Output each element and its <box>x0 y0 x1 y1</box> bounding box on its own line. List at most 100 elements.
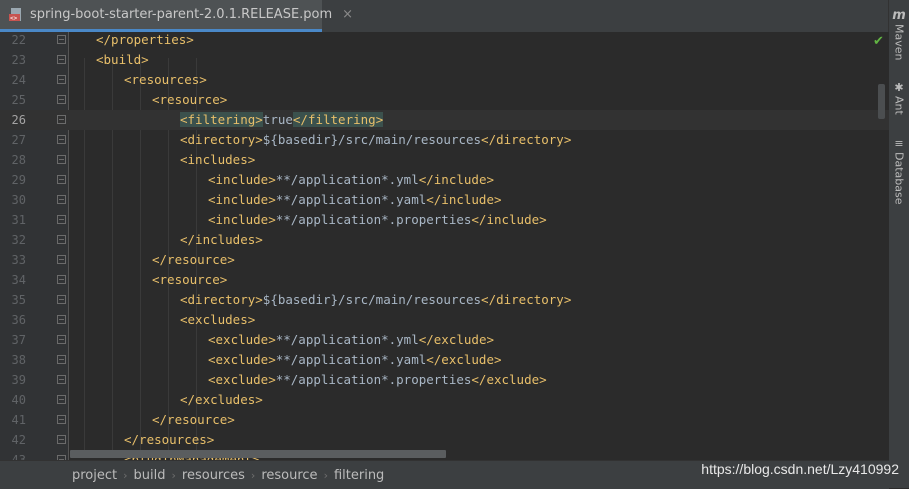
code-line[interactable]: 31 <include>**/application*.properties</i… <box>0 210 889 230</box>
code-line[interactable]: 26 <filtering>true</filtering> <box>0 110 889 130</box>
code-line[interactable]: 35 <directory>${basedir}/src/main/resourc… <box>0 290 889 310</box>
xml-tag: </filtering> <box>292 112 384 127</box>
code-line[interactable]: 27 <directory>${basedir}/src/main/resourc… <box>0 130 889 150</box>
breadcrumb-item-resource[interactable]: resource <box>261 468 317 483</box>
code-editor[interactable]: 22 </properties> 23 <build> 24 <resources> 25 <… <box>0 32 889 460</box>
code-text: <directory>${basedir}/src/main/resources… <box>180 130 571 150</box>
editor-tab-bar: <> spring-boot-starter-parent-2.0.1.RELE… <box>0 0 889 33</box>
tool-maven-label: Maven <box>892 24 906 61</box>
xml-text: **/application*.properties <box>275 372 472 387</box>
xml-text: **/application*.properties <box>275 212 472 227</box>
close-icon[interactable]: × <box>342 7 353 22</box>
ant-icon: ✱ <box>894 81 904 94</box>
code-text: <build> <box>96 50 149 70</box>
fold-marker-icon[interactable] <box>57 55 66 64</box>
code-line[interactable]: 23 <build> <box>0 50 889 70</box>
fold-marker-icon[interactable] <box>57 35 66 44</box>
line-number: 29 <box>11 173 26 187</box>
fold-marker-icon[interactable] <box>57 335 66 344</box>
line-number: 28 <box>11 153 26 167</box>
xml-tag: <build> <box>96 52 149 67</box>
code-line[interactable]: 42 </resources> <box>0 430 889 450</box>
code-text: </resources> <box>124 430 214 450</box>
xml-tag: <excludes> <box>180 312 256 327</box>
line-number: 43 <box>11 453 26 460</box>
xml-tag: </include> <box>471 212 547 227</box>
code-line[interactable]: 33 </resource> <box>0 250 889 270</box>
xml-tag: <exclude> <box>208 352 276 367</box>
fold-marker-icon[interactable] <box>57 235 66 244</box>
line-number: 42 <box>11 433 26 447</box>
tool-ant[interactable]: ✱ Ant <box>889 82 909 115</box>
code-text: <include>**/application*.yml</include> <box>208 170 494 190</box>
code-line[interactable]: 29 <include>**/application*.yml</include> <box>0 170 889 190</box>
xml-text: ${basedir}/src/main/resources <box>262 292 482 307</box>
code-line[interactable]: 37 <exclude>**/application*.yml</exclude> <box>0 330 889 350</box>
code-text: <resources> <box>124 70 207 90</box>
code-line[interactable]: 28 <includes> <box>0 150 889 170</box>
xml-text: **/application*.yaml <box>275 352 427 367</box>
fold-marker-icon[interactable] <box>57 95 66 104</box>
maven-icon: m <box>892 8 906 23</box>
line-number: 41 <box>11 413 26 427</box>
code-line[interactable]: 24 <resources> <box>0 70 889 90</box>
fold-marker-icon[interactable] <box>57 395 66 404</box>
breadcrumb-item-filtering[interactable]: filtering <box>334 468 384 483</box>
code-text: </resource> <box>152 250 235 270</box>
xml-text: **/application*.yml <box>275 172 419 187</box>
fold-marker-icon[interactable] <box>57 195 66 204</box>
line-number: 24 <box>11 73 26 87</box>
xml-tag: </include> <box>418 172 494 187</box>
code-line[interactable]: 25 <resource> <box>0 90 889 110</box>
code-line[interactable]: 32 </includes> <box>0 230 889 250</box>
fold-marker-icon[interactable] <box>57 295 66 304</box>
xml-tag: </exclude> <box>418 332 494 347</box>
line-number: 30 <box>11 193 26 207</box>
breadcrumb-item-project[interactable]: project <box>72 468 117 483</box>
horizontal-scrollbar[interactable] <box>70 450 446 458</box>
line-number: 32 <box>11 233 26 247</box>
chevron-right-icon: › <box>323 468 328 482</box>
code-line[interactable]: 40 </excludes> <box>0 390 889 410</box>
fold-marker-icon[interactable] <box>57 115 66 124</box>
code-line[interactable]: 36 <excludes> <box>0 310 889 330</box>
line-number: 34 <box>11 273 26 287</box>
fold-marker-icon[interactable] <box>57 315 66 324</box>
fold-marker-icon[interactable] <box>57 215 66 224</box>
editor-tab[interactable]: <> spring-boot-starter-parent-2.0.1.RELE… <box>0 0 353 32</box>
fold-marker-icon[interactable] <box>57 435 66 444</box>
code-line[interactable]: 34 <resource> <box>0 270 889 290</box>
xml-tag: <resources> <box>124 72 207 87</box>
code-text: </properties> <box>96 32 194 50</box>
fold-marker-icon[interactable] <box>57 275 66 284</box>
code-line[interactable]: 22 </properties> <box>0 32 889 50</box>
fold-marker-icon[interactable] <box>57 415 66 424</box>
breadcrumb-item-resources[interactable]: resources <box>182 468 245 483</box>
fold-marker-icon[interactable] <box>57 75 66 84</box>
fold-marker-icon[interactable] <box>57 155 66 164</box>
line-number: 31 <box>11 213 26 227</box>
fold-marker-icon[interactable] <box>57 375 66 384</box>
chevron-right-icon: › <box>171 468 176 482</box>
xml-tag: <exclude> <box>208 332 276 347</box>
tool-database[interactable]: ≡ Database <box>889 138 909 205</box>
code-line[interactable]: 41 </resource> <box>0 410 889 430</box>
code-line[interactable]: 38 <exclude>**/application*.yaml</exclude… <box>0 350 889 370</box>
xml-text: true <box>262 112 293 127</box>
code-text: <includes> <box>180 150 255 170</box>
fold-marker-icon[interactable] <box>57 135 66 144</box>
code-text: <exclude>**/application*.yaml</exclude> <box>208 350 502 370</box>
breadcrumb-item-build[interactable]: build <box>134 468 166 483</box>
xml-tag: </excludes> <box>180 392 263 407</box>
fold-marker-icon[interactable] <box>57 255 66 264</box>
tool-maven[interactable]: m Maven <box>889 8 909 61</box>
fold-marker-icon[interactable] <box>57 175 66 184</box>
vertical-scrollbar[interactable] <box>878 84 885 119</box>
code-line[interactable]: 39 <exclude>**/application*.properties</e… <box>0 370 889 390</box>
xml-tag: <resource> <box>152 92 228 107</box>
xml-tag: </includes> <box>180 232 263 247</box>
fold-marker-icon[interactable] <box>57 355 66 364</box>
tool-database-label: Database <box>892 152 906 205</box>
xml-tag: <include> <box>208 192 276 207</box>
code-line[interactable]: 30 <include>**/application*.yaml</include… <box>0 190 889 210</box>
